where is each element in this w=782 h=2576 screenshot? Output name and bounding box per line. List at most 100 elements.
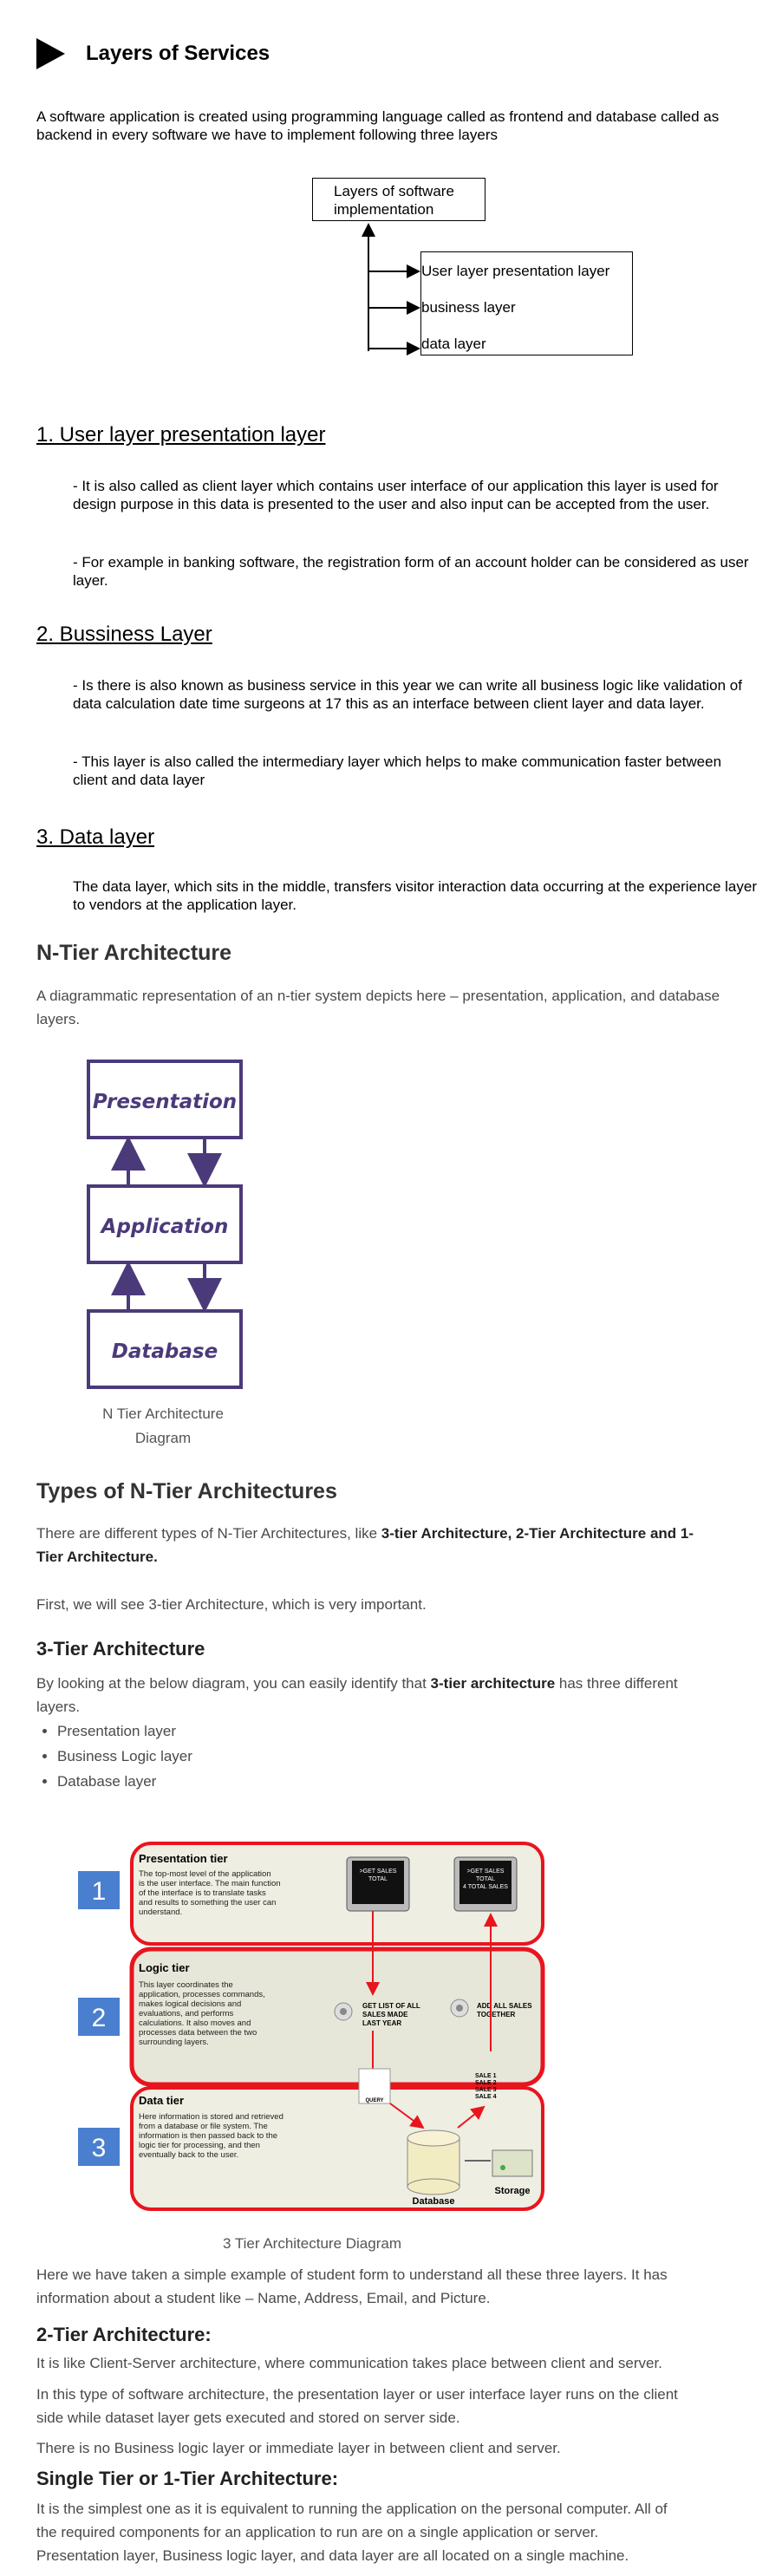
screen-text: 4 TOTAL SALES	[463, 1884, 508, 1890]
layer-item: business layer	[421, 299, 516, 316]
paragraph-line: Presentation layer, Business logic layer…	[36, 2547, 629, 2564]
paragraph-line: side while dataset layer gets executed a…	[36, 2410, 460, 2426]
tier-title: Logic tier	[139, 1961, 190, 1974]
list-item: Business Logic layer	[57, 1744, 192, 1769]
section-heading: 2. Bussiness Layer	[36, 623, 212, 646]
logic-text: ADD ALL SALES	[477, 2002, 532, 2010]
sales-text: SALE 1	[475, 2073, 497, 2079]
tier-text: processes data between the two	[139, 2028, 257, 2038]
tier-text: application, processes commands,	[139, 1990, 265, 1999]
paragraph-line: It is the simplest one as it is equivale…	[36, 2501, 668, 2517]
storage-icon	[492, 2149, 533, 2177]
application-label: Application	[100, 1216, 229, 1238]
types-paragraph-2: First, we will see 3-tier Architecture, …	[36, 1596, 427, 1613]
layer-item: User layer presentation layer	[421, 263, 610, 279]
play-icon	[36, 38, 65, 69]
screen-text: TOTAL	[368, 1876, 388, 1882]
two-tier-paragraph: It is like Client-Server architecture, w…	[36, 2355, 662, 2371]
three-tier-caption: 3 Tier Architecture Diagram	[223, 2235, 401, 2252]
page-header: Layers of Services	[36, 36, 270, 71]
three-tier-svg: 1 2 3 Presentation tier The top-most lev…	[78, 1842, 545, 2211]
tier-text: and results to something the user can	[139, 1898, 276, 1908]
sales-text: SALE 2	[475, 2080, 497, 2086]
tier-text: makes logical decisions and	[139, 1999, 241, 2009]
logic-text: SALES MADE	[362, 2011, 408, 2018]
types-paragraph: There are different types of N-Tier Arch…	[36, 1522, 747, 1568]
types-text: There are different types of N-Tier Arch…	[36, 1525, 381, 1542]
tier-text: eventually back to the user.	[139, 2150, 238, 2160]
tier-text: evaluations, and performs	[139, 2009, 234, 2018]
section-paragraph: The data layer, which sits in the middle…	[73, 878, 757, 913]
logic-text: TOGETHER	[477, 2011, 516, 2018]
tier-title: Data tier	[139, 2094, 184, 2107]
list-item: Presentation layer	[57, 1718, 192, 1744]
three-tier-bold-text: 3-tier architecture	[430, 1675, 556, 1692]
ntier-caption-line: N Tier Architecture	[102, 1405, 224, 1422]
database-text: Database	[413, 2196, 455, 2207]
tier-text: surrounding layers.	[139, 2038, 209, 2047]
logic-text: GET LIST OF ALL	[362, 2002, 420, 2010]
tier-text: logic tier for processing, and then	[139, 2141, 260, 2150]
tier-text: The top-most level of the application	[139, 1869, 271, 1879]
sales-text: SALE 4	[475, 2094, 497, 2100]
three-tier-text: has three different	[555, 1675, 678, 1692]
layer-item: data layer	[421, 336, 486, 352]
ntier-caption-line: Diagram	[134, 1430, 192, 1446]
section-paragraph: - This layer is also called the intermed…	[73, 753, 722, 788]
monitor-screen	[352, 1861, 404, 1904]
paragraph-line: the required components for an applicati…	[36, 2524, 599, 2540]
presentation-label: Presentation	[93, 1091, 237, 1113]
tier-text: from a database or file system. The	[139, 2122, 268, 2131]
types-bold-text: 3-tier Architecture, 2-Tier Architecture…	[381, 1525, 694, 1542]
tier-number: 2	[92, 2004, 107, 2032]
tier-title: Presentation tier	[139, 1852, 228, 1865]
three-tier-after: Here we have taken a simple example of s…	[36, 2263, 747, 2310]
screen-text: >GET SALES	[360, 1868, 397, 1875]
three-tier-text: layers.	[36, 1699, 81, 1715]
ntier-svg: Presentation Application Database	[87, 1060, 243, 1389]
two-tier-heading: 2-Tier Architecture:	[36, 2324, 212, 2345]
tier-number: 1	[92, 1877, 107, 1906]
query-text: QUERY	[365, 2098, 383, 2103]
page-title: Layers of Services	[86, 42, 270, 65]
tier-text: This layer coordinates the	[139, 1980, 233, 1990]
tier-text: Here information is stored and retrieved	[139, 2112, 283, 2122]
tier-text: understand.	[139, 1908, 182, 1917]
section-paragraph: - Is there is also known as business ser…	[73, 677, 742, 712]
paragraph-line: information about a student like – Name,…	[36, 2290, 491, 2306]
storage-text: Storage	[495, 2186, 531, 2196]
sales-text: SALE 3	[475, 2087, 497, 2093]
logic-text: LAST YEAR	[362, 2019, 401, 2027]
section-heading: 3. Data layer	[36, 825, 155, 849]
section-paragraph: - For example in banking software, the r…	[73, 554, 749, 589]
ntier-diagram: Presentation Application Database	[87, 1060, 243, 1402]
section-heading: 1. User layer presentation layer	[36, 423, 326, 447]
two-tier-paragraph: There is no Business logic layer or imme…	[36, 2440, 561, 2456]
tier-text: calculations. It also moves and	[139, 2018, 251, 2028]
ntier-heading: N-Tier Architecture	[36, 941, 232, 965]
three-tier-bullets: Presentation layer Business Logic layer …	[36, 1718, 192, 1794]
tier-text: is the user interface. The main function	[139, 1879, 281, 1888]
three-tier-paragraph: By looking at the below diagram, you can…	[36, 1672, 747, 1718]
list-item: Database layer	[57, 1769, 192, 1794]
types-heading: Types of N-Tier Architectures	[36, 1479, 337, 1503]
tier-text: of the interface is to translate tasks	[139, 1888, 266, 1898]
three-tier-diagram: 1 2 3 Presentation tier The top-most lev…	[76, 1842, 549, 2219]
database-label: Database	[112, 1340, 218, 1363]
ntier-description: A diagrammatic representation of an n-ti…	[36, 988, 720, 1027]
layers-list-box: User layer presentation layer business l…	[420, 251, 633, 355]
screen-text: >GET SALES	[467, 1868, 505, 1875]
section-paragraph: - It is also called as client layer whic…	[73, 478, 719, 512]
one-tier-heading: Single Tier or 1-Tier Architecture:	[36, 2468, 339, 2489]
three-tier-heading: 3-Tier Architecture	[36, 1638, 205, 1660]
tier-number: 3	[92, 2134, 107, 2162]
tier-text: information is then passed back to the	[139, 2131, 277, 2141]
one-tier-paragraph: It is the simplest one as it is equivale…	[36, 2497, 747, 2567]
paragraph-line: Here we have taken a simple example of s…	[36, 2266, 668, 2283]
two-tier-paragraph: In this type of software architecture, t…	[36, 2383, 747, 2429]
three-tier-text: By looking at the below diagram, you can…	[36, 1675, 431, 1692]
screen-text: TOTAL	[476, 1876, 495, 1882]
monitor-screen	[459, 1861, 512, 1904]
types-bold-text: Tier Architecture.	[36, 1549, 158, 1565]
intro-paragraph: A software application is created using …	[36, 108, 720, 143]
